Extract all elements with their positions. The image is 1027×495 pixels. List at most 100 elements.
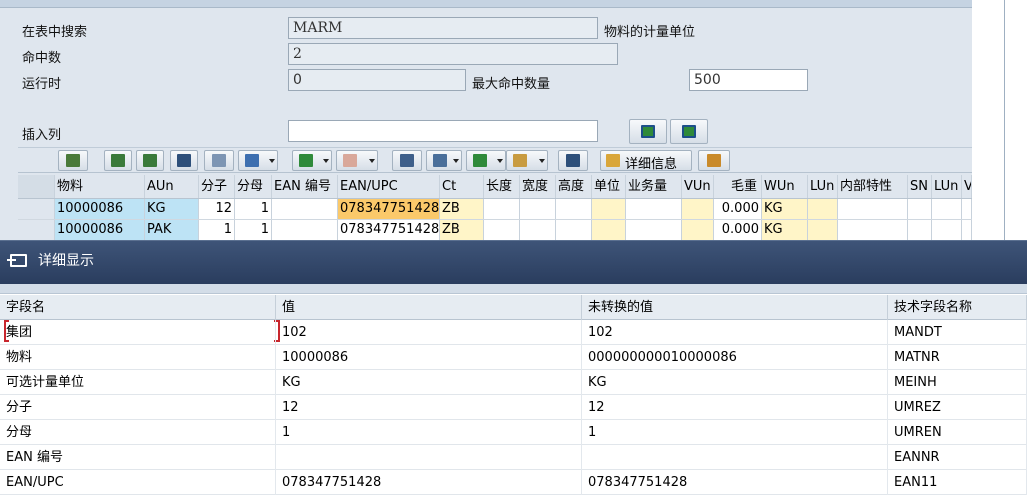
cell[interactable] (592, 220, 626, 240)
col-header-unconverted[interactable]: 未转换的值 (582, 295, 888, 320)
dialog-title-bar[interactable]: 详细显示 (0, 241, 1027, 284)
cell[interactable] (626, 220, 682, 240)
table-row[interactable]: 集团 102 102 MANDT (0, 320, 1027, 345)
cell-aun[interactable]: PAK (145, 220, 199, 240)
info-button[interactable] (558, 150, 588, 171)
col-header[interactable]: WUn (762, 175, 808, 198)
cell-field-name: 分母 (0, 420, 276, 445)
cell[interactable] (838, 199, 908, 219)
cell[interactable] (520, 199, 556, 219)
col-header[interactable]: 内部特性 (838, 175, 908, 198)
col-header[interactable]: AUn (145, 175, 199, 198)
table-row[interactable]: EAN/UPC 078347751428 078347751428 EAN11 (0, 470, 1027, 495)
cell-ean-no[interactable] (272, 199, 338, 219)
export-button[interactable] (466, 150, 506, 171)
cell-wun[interactable]: KG (762, 220, 808, 240)
cell[interactable] (962, 220, 972, 240)
table-name-field[interactable]: MARM (288, 17, 598, 39)
table-row[interactable]: 10000086 PAK 1 1 078347751428 ZB 0.000 K… (18, 220, 972, 241)
sort-ascending-button[interactable] (104, 150, 132, 171)
cell[interactable] (908, 220, 932, 240)
row-selector[interactable] (18, 220, 55, 240)
col-header[interactable]: EAN/UPC (338, 175, 440, 198)
col-header[interactable]: LUn (808, 175, 838, 198)
cell[interactable] (556, 199, 592, 219)
subtotal-button[interactable] (336, 150, 378, 171)
transport-button[interactable] (698, 150, 730, 171)
cell[interactable] (484, 220, 520, 240)
cell-material[interactable]: 10000086 (55, 199, 145, 219)
cell[interactable] (682, 220, 714, 240)
col-header-value[interactable]: 值 (276, 295, 582, 320)
detail-info-button[interactable]: 详细信息 (600, 150, 692, 172)
cell-material[interactable]: 10000086 (55, 220, 145, 240)
cell[interactable] (908, 199, 932, 219)
find-next-button[interactable] (204, 150, 234, 171)
cell-ct[interactable]: ZB (440, 199, 484, 219)
cell[interactable] (556, 220, 592, 240)
table-row[interactable]: 可选计量单位 KG KG MEINH (0, 370, 1027, 395)
cell-ct[interactable]: ZB (440, 220, 484, 240)
cell-denominator[interactable]: 1 (235, 199, 272, 219)
col-header[interactable]: LUn (932, 175, 962, 198)
filter-button[interactable] (238, 150, 278, 171)
cell[interactable] (932, 220, 962, 240)
cell-unconverted (582, 445, 888, 470)
cell[interactable] (520, 220, 556, 240)
cell[interactable] (962, 199, 972, 219)
col-header[interactable]: 毛重 (714, 175, 762, 198)
cell-aun[interactable]: KG (145, 199, 199, 219)
cell[interactable] (808, 220, 838, 240)
insert-column-field[interactable] (288, 120, 598, 142)
cell-numerator[interactable]: 12 (199, 199, 235, 219)
col-header[interactable]: SN (908, 175, 932, 198)
col-header[interactable]: Ct (440, 175, 484, 198)
grid-header-row: 物料 AUn 分子 分母 EAN 编号 EAN/UPC Ct 长度 宽度 高度 … (18, 175, 972, 199)
views-button[interactable] (426, 150, 462, 171)
col-header[interactable]: 分母 (235, 175, 272, 198)
cell-wun[interactable]: KG (762, 199, 808, 219)
total-button[interactable] (292, 150, 332, 171)
cell-ean-no[interactable] (272, 220, 338, 240)
cell[interactable] (838, 220, 908, 240)
cell-numerator[interactable]: 1 (199, 220, 235, 240)
cell[interactable] (626, 199, 682, 219)
max-hits-field[interactable]: 500 (689, 69, 808, 91)
insert-column-button[interactable] (629, 119, 667, 144)
col-header-field-name[interactable]: 字段名 (0, 295, 276, 320)
col-header[interactable]: EAN 编号 (272, 175, 338, 198)
details-view-button[interactable] (58, 150, 88, 171)
col-header[interactable]: V (962, 175, 972, 198)
cell-gross-weight[interactable]: 0.000 (714, 199, 762, 219)
cell[interactable] (592, 199, 626, 219)
layout-button[interactable] (506, 150, 548, 171)
cell[interactable] (808, 199, 838, 219)
cell[interactable] (484, 199, 520, 219)
print-button[interactable] (392, 150, 422, 171)
col-header[interactable]: 长度 (484, 175, 520, 198)
insert-column-end-button[interactable] (670, 119, 708, 144)
cell-ean-upc[interactable]: 078347751428 (338, 220, 440, 240)
col-header[interactable]: 单位 (592, 175, 626, 198)
cell[interactable] (932, 199, 962, 219)
table-row[interactable]: 10000086 KG 12 1 078347751428 ZB 0.000 K… (18, 199, 972, 220)
sort-descending-button[interactable] (136, 150, 164, 171)
table-row[interactable]: EAN 编号 EANNR (0, 445, 1027, 470)
col-header-tech-name[interactable]: 技术字段名称 (888, 295, 1027, 320)
select-all-icon[interactable] (18, 175, 55, 198)
col-header[interactable]: 分子 (199, 175, 235, 198)
cell-gross-weight[interactable]: 0.000 (714, 220, 762, 240)
find-button[interactable] (170, 150, 198, 171)
col-header[interactable]: 物料 (55, 175, 145, 198)
cell-ean-upc[interactable]: 078347751428 (338, 199, 440, 219)
table-row[interactable]: 物料 10000086 000000000010000086 MATNR (0, 345, 1027, 370)
cell-denominator[interactable]: 1 (235, 220, 272, 240)
cell[interactable] (682, 199, 714, 219)
table-row[interactable]: 分母 1 1 UMREN (0, 420, 1027, 445)
col-header[interactable]: VUn (682, 175, 714, 198)
col-header[interactable]: 高度 (556, 175, 592, 198)
col-header[interactable]: 宽度 (520, 175, 556, 198)
row-selector[interactable] (18, 199, 55, 219)
col-header[interactable]: 业务量 (626, 175, 682, 198)
table-row[interactable]: 分子 12 12 UMREZ (0, 395, 1027, 420)
